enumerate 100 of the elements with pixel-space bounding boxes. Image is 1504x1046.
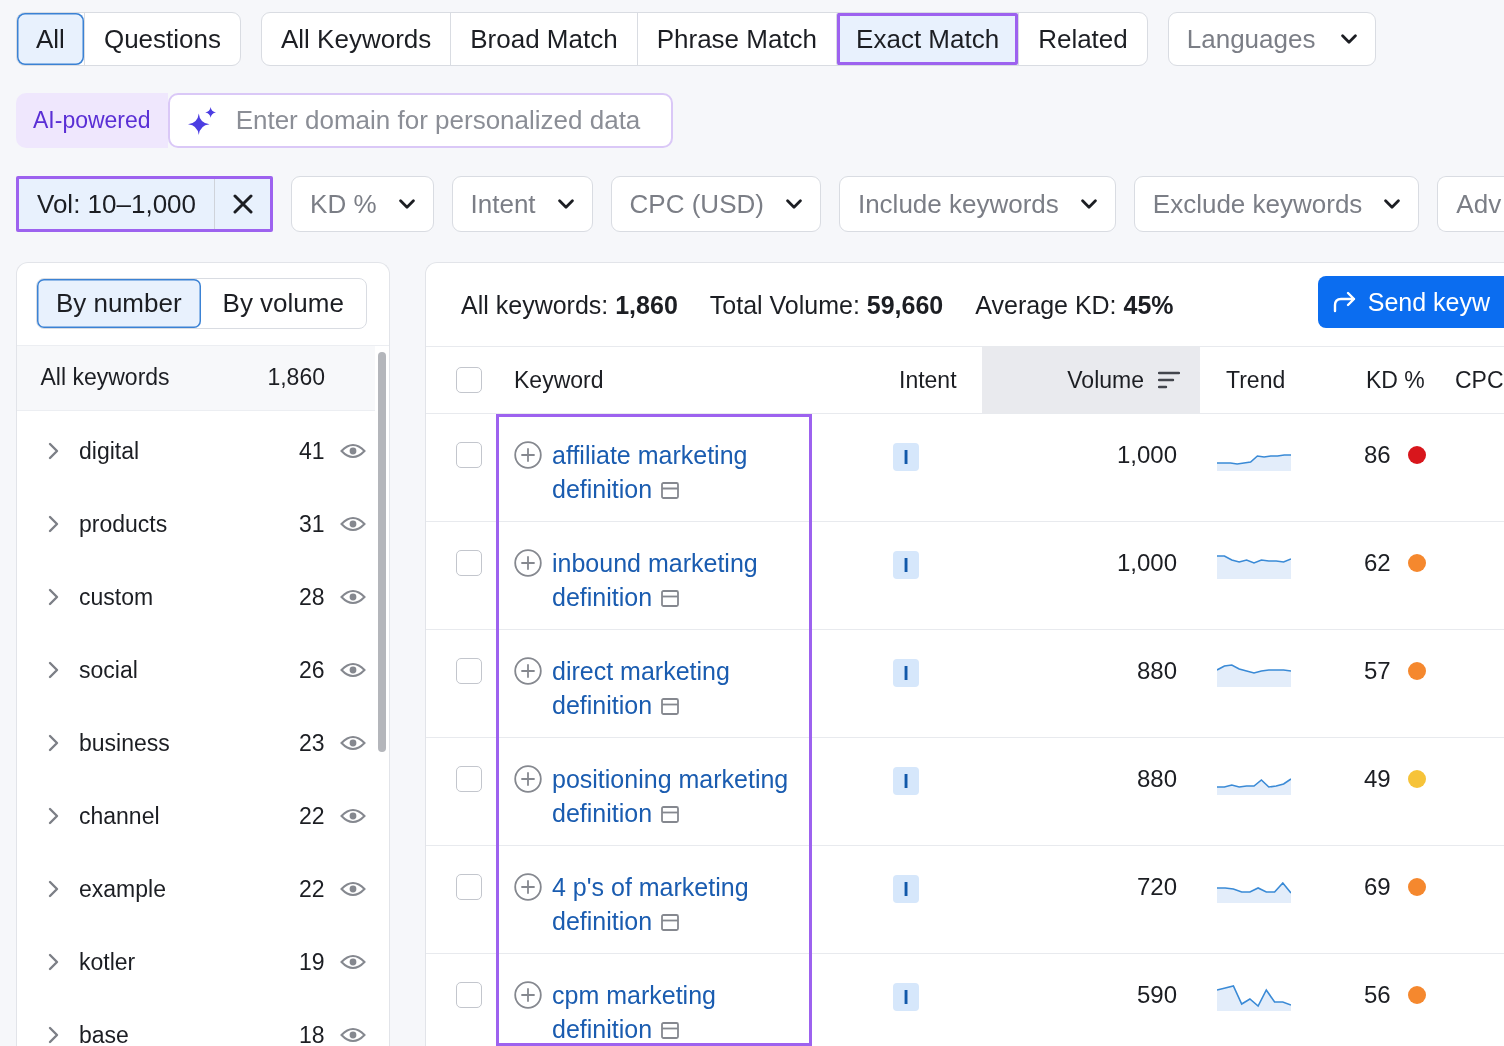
add-circle-icon[interactable] — [514, 441, 542, 469]
scrollbar-thumb[interactable] — [378, 351, 386, 752]
chevron-right-icon[interactable] — [48, 1026, 59, 1044]
eye-icon[interactable] — [339, 1026, 366, 1044]
row-checkbox[interactable] — [455, 550, 482, 576]
volume-value: 880 — [1136, 657, 1177, 684]
group-name[interactable]: channel — [79, 802, 299, 830]
row-checkbox[interactable] — [455, 982, 482, 1008]
tab[interactable]: Broad Match — [450, 13, 637, 65]
close-icon — [232, 194, 253, 214]
keyword-link[interactable]: positioning marketing definition — [552, 762, 804, 830]
filter-dropdown[interactable]: KD % — [291, 176, 434, 232]
filter-dropdown[interactable]: CPC (USD) — [610, 176, 821, 232]
group-count: 18 — [298, 1021, 325, 1046]
group-name: All keywords — [40, 364, 170, 391]
group-name[interactable]: products — [79, 510, 299, 538]
intent-badge: I — [893, 767, 919, 795]
eye-icon[interactable] — [339, 442, 366, 460]
filter-dropdown[interactable]: Exclude keywords — [1133, 176, 1420, 232]
chevron-down-icon — [1341, 34, 1358, 44]
eye-icon[interactable] — [339, 734, 366, 752]
keyword-link[interactable]: 4 p's of marketing definition — [552, 870, 804, 938]
view-mode-tab[interactable]: By number — [36, 278, 201, 328]
group-count: 23 — [298, 729, 325, 757]
chevron-right-icon[interactable] — [48, 807, 59, 825]
chevron-right-icon[interactable] — [48, 734, 59, 752]
chevron-down-icon — [398, 199, 415, 209]
add-circle-icon[interactable] — [514, 981, 542, 1009]
add-circle-icon[interactable] — [514, 873, 542, 901]
eye-icon[interactable] — [339, 661, 366, 679]
row-checkbox[interactable] — [455, 874, 482, 900]
summary-stat: All keywords: 1,860 — [461, 291, 678, 320]
group-count: 19 — [298, 948, 325, 976]
eye-icon[interactable] — [339, 953, 366, 971]
column-header[interactable]: Intent — [812, 347, 982, 413]
group-name[interactable]: social — [79, 656, 299, 684]
intent-badge: I — [893, 443, 919, 471]
add-circle-icon[interactable] — [514, 549, 542, 577]
language-select[interactable]: Languages — [1167, 12, 1377, 66]
filter-dropdown[interactable]: Adv — [1437, 176, 1504, 232]
tab[interactable]: Exact Match — [836, 13, 1019, 65]
column-header[interactable]: Volume — [982, 347, 1200, 413]
tab[interactable]: All — [17, 13, 84, 65]
filter-dropdown[interactable]: Intent — [451, 176, 593, 232]
keyword-link[interactable]: affiliate marketing definition — [552, 438, 804, 506]
tab[interactable]: All Keywords — [262, 13, 451, 65]
tab[interactable]: Questions — [83, 13, 240, 65]
eye-icon[interactable] — [339, 880, 366, 898]
eye-icon[interactable] — [339, 588, 366, 606]
window-icon[interactable] — [661, 806, 680, 823]
group-count: 1,860 — [267, 364, 325, 391]
view-mode-tab[interactable]: By volume — [201, 278, 366, 328]
chevron-right-icon[interactable] — [48, 515, 59, 533]
window-icon[interactable] — [661, 482, 680, 499]
chevron-right-icon[interactable] — [48, 442, 59, 460]
volume-value: 1,000 — [1116, 549, 1177, 576]
chevron-right-icon[interactable] — [48, 880, 59, 898]
row-checkbox[interactable] — [455, 442, 482, 468]
add-circle-icon[interactable] — [514, 657, 542, 685]
all-keywords-row[interactable]: All keywords 1,860 — [17, 345, 375, 411]
column-header[interactable]: Keyword — [496, 347, 812, 413]
window-icon[interactable] — [661, 698, 680, 715]
group-name[interactable]: example — [79, 875, 299, 903]
column-header[interactable]: KD % — [1340, 347, 1440, 413]
window-icon[interactable] — [661, 1022, 680, 1039]
keyword-link[interactable]: inbound marketing definition — [552, 546, 804, 614]
sparkle-icon — [187, 106, 216, 135]
column-header[interactable]: Trend — [1200, 347, 1340, 413]
group-name[interactable]: digital — [79, 437, 299, 465]
group-count: 26 — [298, 656, 325, 684]
volume-value: 1,000 — [1116, 441, 1177, 468]
chevron-right-icon[interactable] — [48, 588, 59, 606]
eye-icon[interactable] — [339, 807, 366, 825]
chevron-right-icon[interactable] — [48, 953, 59, 971]
domain-input[interactable]: Enter domain for personalized data — [167, 93, 673, 148]
chevron-down-icon — [1384, 199, 1401, 209]
group-name[interactable]: kotler — [79, 948, 299, 976]
keyword-link[interactable]: cpm marketing definition — [552, 978, 804, 1046]
add-circle-icon[interactable] — [514, 765, 542, 793]
group-name[interactable]: base — [79, 1021, 299, 1046]
filter-dropdown[interactable]: Include keywords — [838, 176, 1116, 232]
intent-badge: I — [893, 659, 919, 687]
row-checkbox[interactable] — [455, 658, 482, 684]
filter-label[interactable]: Vol: 10–1,000 — [19, 179, 215, 229]
summary-stat: Average KD: 45% — [975, 291, 1174, 320]
kd-value: 49 — [1364, 764, 1391, 794]
send-keywords-button[interactable]: Send keyw — [1317, 276, 1504, 328]
window-icon[interactable] — [661, 590, 680, 607]
chevron-right-icon[interactable] — [48, 661, 59, 679]
chevron-down-icon — [785, 199, 802, 209]
group-name[interactable]: business — [79, 729, 299, 757]
row-checkbox[interactable] — [455, 766, 482, 792]
column-header[interactable]: CPC — [1440, 347, 1504, 413]
tab[interactable]: Related — [1018, 13, 1147, 65]
keyword-link[interactable]: direct marketing definition — [552, 654, 804, 722]
window-icon[interactable] — [661, 914, 680, 931]
sort-icon[interactable] — [1158, 371, 1180, 389]
eye-icon[interactable] — [339, 515, 366, 533]
group-name[interactable]: custom — [79, 583, 299, 611]
select-all-checkbox[interactable] — [455, 367, 482, 393]
